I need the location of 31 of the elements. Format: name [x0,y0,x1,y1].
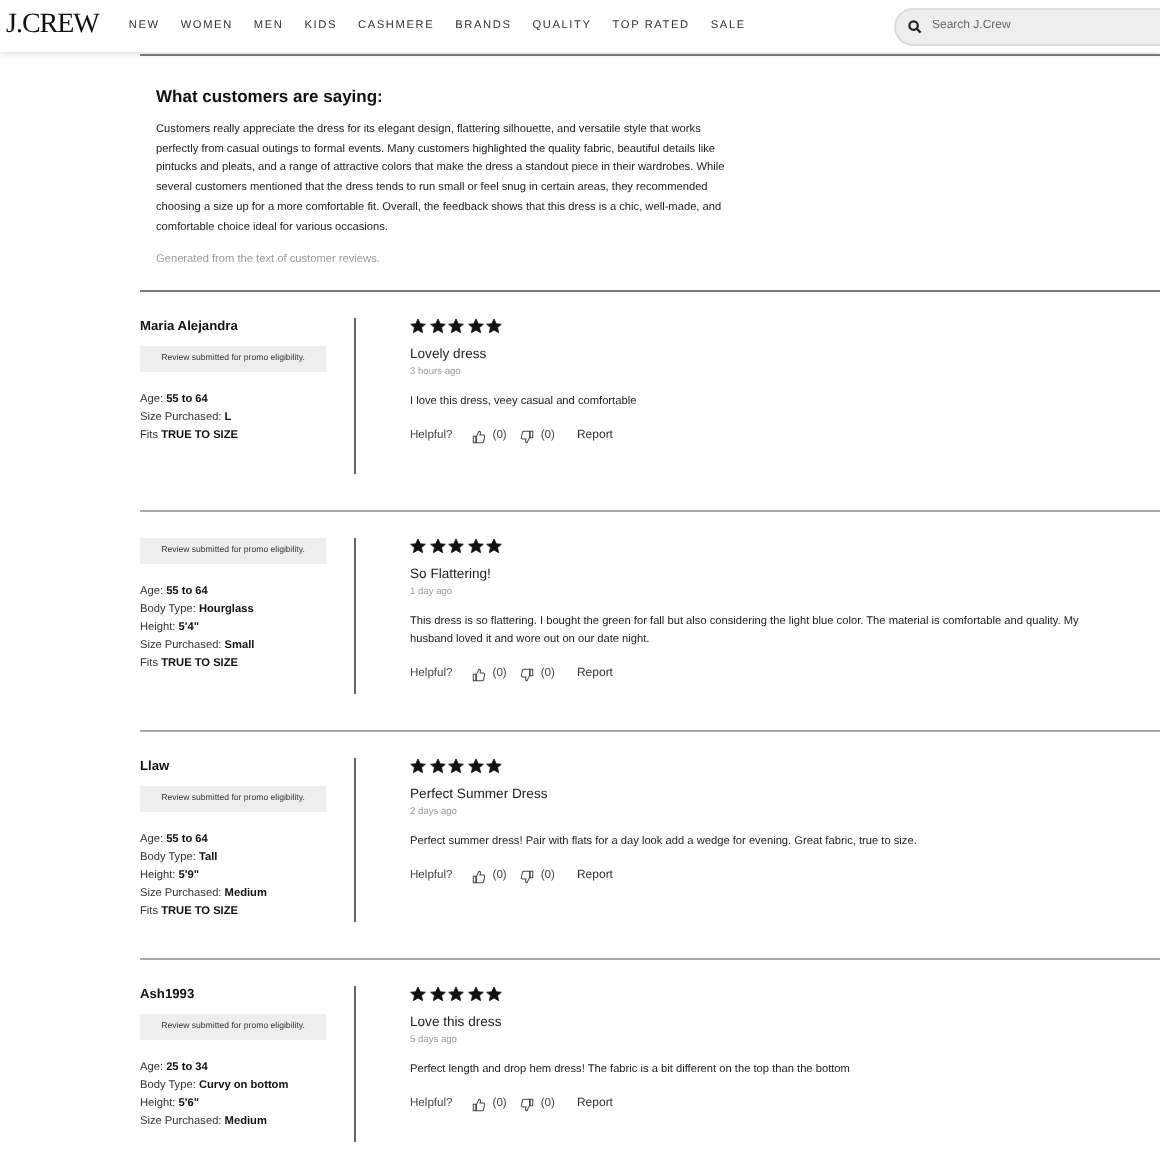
star-icon [429,985,445,1002]
star-icon [467,757,483,774]
star-icon [410,757,426,774]
star-icon [410,985,426,1002]
thumbs-up-icon [472,870,487,885]
star-icon [429,317,445,334]
thumbs-up-icon [472,1098,487,1113]
star-icon [448,757,464,774]
thumbs-up-icon [472,430,487,445]
star-icon [486,985,502,1002]
star-icon [467,317,483,334]
star-icon [429,757,445,774]
star-icon [467,537,483,554]
thumbs-down-icon [520,430,535,445]
star-icon [486,317,502,334]
logo[interactable]: J.CREW [6,12,99,40]
star-icon [448,537,464,554]
thumbs-up-icon [472,668,487,683]
star-icon [410,537,426,554]
summary-heading: What customers are saying: [156,84,385,110]
thumbs-down-icon [520,870,535,885]
star-icon [486,757,502,774]
star-icon [486,537,502,554]
star-icon [429,537,445,554]
thumbs-down-icon [520,668,535,683]
thumbs-down-icon [520,1098,535,1113]
star-icon [448,317,464,334]
star-icon [410,317,426,334]
search-icon [908,19,922,33]
star-icon [467,985,483,1002]
star-icon [448,985,464,1002]
